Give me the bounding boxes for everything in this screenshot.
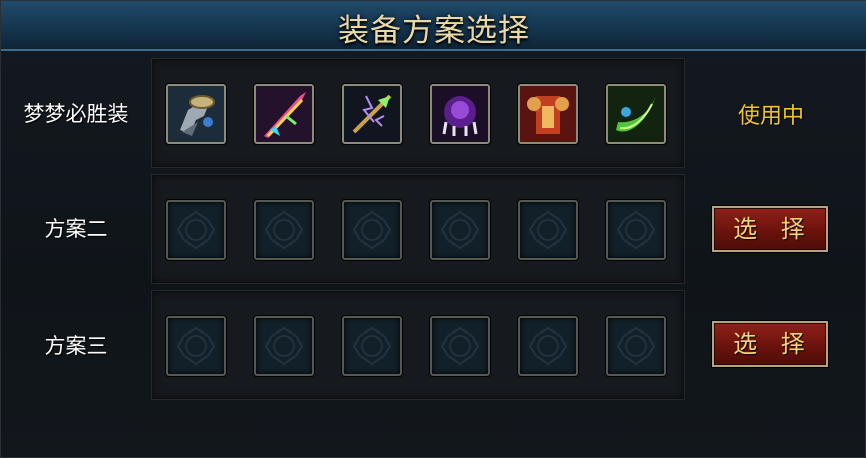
plan-1-name: 梦梦必胜装 bbox=[23, 102, 129, 126]
title-bar: 装备方案选择 bbox=[1, 1, 866, 51]
plan-2-slots bbox=[151, 174, 685, 284]
plan-3-slots bbox=[151, 290, 685, 400]
empty-slot-icon[interactable] bbox=[606, 316, 666, 376]
empty-slot-icon[interactable] bbox=[518, 200, 578, 260]
empty-slot-icon[interactable] bbox=[518, 316, 578, 376]
plan-1-status: 使用中 bbox=[737, 104, 804, 129]
purple-claw-amulet-icon[interactable] bbox=[430, 84, 490, 144]
plan-2-select-button[interactable]: 选 择 bbox=[712, 206, 828, 252]
plan-3-name: 方案三 bbox=[44, 334, 108, 358]
empty-slot-icon[interactable] bbox=[166, 200, 226, 260]
empty-slot-icon[interactable] bbox=[430, 200, 490, 260]
equipment-plan-panel: 装备方案选择 梦梦必胜装 使用中 方案二 选 择 方案三 选 择 bbox=[0, 0, 866, 458]
empty-slot-icon[interactable] bbox=[166, 316, 226, 376]
rainbow-sword-icon[interactable] bbox=[254, 84, 314, 144]
empty-slot-icon[interactable] bbox=[342, 200, 402, 260]
empty-slot-icon[interactable] bbox=[606, 200, 666, 260]
boots-icon[interactable] bbox=[166, 84, 226, 144]
plan-1-slots bbox=[151, 58, 685, 168]
lightning-spear-icon[interactable] bbox=[342, 84, 402, 144]
plan-2-name: 方案二 bbox=[44, 217, 108, 241]
red-armor-icon[interactable] bbox=[518, 84, 578, 144]
green-blade-icon[interactable] bbox=[606, 84, 666, 144]
empty-slot-icon[interactable] bbox=[254, 200, 314, 260]
window-title: 装备方案选择 bbox=[338, 13, 530, 49]
empty-slot-icon[interactable] bbox=[342, 316, 402, 376]
plan-3-select-button[interactable]: 选 择 bbox=[712, 321, 828, 367]
empty-slot-icon[interactable] bbox=[430, 316, 490, 376]
empty-slot-icon[interactable] bbox=[254, 316, 314, 376]
